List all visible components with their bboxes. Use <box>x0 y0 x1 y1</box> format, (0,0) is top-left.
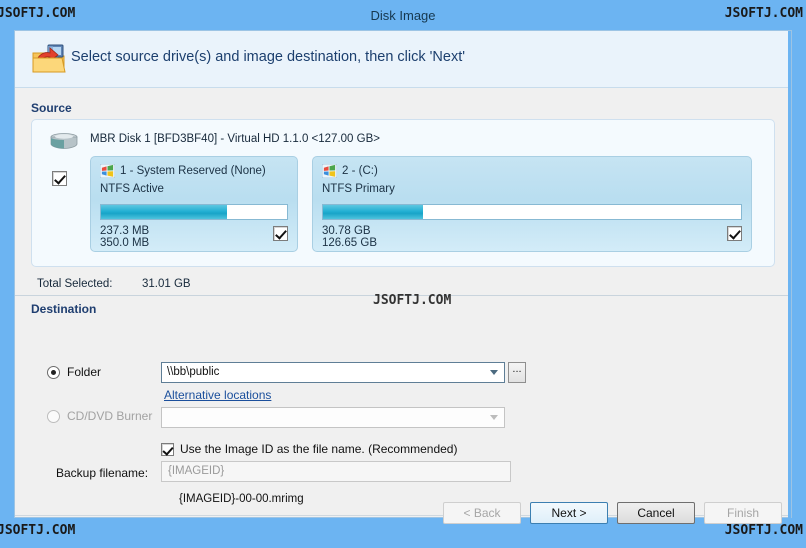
partition-total-size: 126.65 GB <box>322 237 377 249</box>
watermark-bottom-left: JSOFTJ.COM <box>0 523 76 538</box>
partition-title: 1 - System Reserved (None) <box>120 165 266 177</box>
partition-total-size: 350.0 MB <box>100 237 150 249</box>
partition-usage-fill <box>323 205 424 219</box>
partition-filesystem: NTFS Active <box>100 183 164 195</box>
radio-glyph <box>47 409 60 423</box>
windows-flag-icon <box>322 164 337 178</box>
partition-usage-bar <box>322 204 742 220</box>
window-title: Disk Image <box>370 7 436 23</box>
use-image-id-checkbox-row[interactable]: Use the Image ID as the file name. (Reco… <box>161 442 457 456</box>
use-image-id-label: Use the Image ID as the file name. (Reco… <box>180 442 458 456</box>
checkbox-glyph <box>52 171 67 187</box>
partition-select-checkbox[interactable] <box>727 226 742 242</box>
radio-glyph <box>47 365 60 379</box>
hard-disk-icon <box>48 131 80 151</box>
watermark-top-left: JSOFTJ.COM <box>0 6 76 21</box>
instruction-text: Select source drive(s) and image destina… <box>71 49 465 65</box>
title-bar: Disk Image <box>0 0 806 30</box>
folder-restore-icon <box>31 43 67 75</box>
partition-panel[interactable]: 2 - (C:) NTFS Primary 30.78 GB 126.65 GB <box>312 156 752 252</box>
filename-preview-text: {IMAGEID}-00-00.mrimg <box>179 493 304 505</box>
partition-used-size: 237.3 MB <box>100 225 150 237</box>
right-edge-filler <box>788 31 791 519</box>
cd-burner-radio-option[interactable]: CD/DVD Burner <box>47 409 152 423</box>
partition-used-size: 30.78 GB <box>322 225 371 237</box>
cd-burner-radio-label: CD/DVD Burner <box>67 409 153 423</box>
partition-usage-fill <box>101 205 228 219</box>
partition-title: 2 - (C:) <box>342 165 378 177</box>
folder-path-value: \\bb\public <box>167 366 220 378</box>
partition-filesystem: NTFS Primary <box>322 183 395 195</box>
windows-flag-icon <box>100 164 115 178</box>
folder-path-combobox[interactable]: \\bb\public <box>161 362 505 383</box>
checkbox-glyph <box>273 226 288 242</box>
source-group-box: MBR Disk 1 [BFD3BF40] - Virtual HD 1.1.0… <box>31 119 775 267</box>
backup-filename-value: {IMAGEID} <box>168 465 225 477</box>
disk-select-checkbox[interactable] <box>52 171 67 187</box>
watermark-bottom-right: JSOFTJ.COM <box>724 523 803 538</box>
partition-title-row: 2 - (C:) <box>322 164 378 178</box>
total-selected-label: Total Selected: <box>37 278 113 290</box>
source-section-heading: Source <box>31 101 72 115</box>
destination-section-heading: Destination <box>31 302 97 316</box>
checkbox-glyph <box>727 226 742 242</box>
instruction-header: Select source drive(s) and image destina… <box>15 31 791 88</box>
total-selected-value: 31.01 GB <box>142 278 191 290</box>
partition-title-row: 1 - System Reserved (None) <box>100 164 266 178</box>
backup-filename-label: Backup filename: <box>56 466 149 480</box>
watermark-center: JSOFTJ.COM <box>373 293 452 308</box>
back-button[interactable]: < Back <box>443 502 521 524</box>
browse-folder-button[interactable]: ... <box>508 362 526 383</box>
dialog-button-row: < Back Next > Cancel Finish <box>443 502 782 524</box>
cd-burner-combobox[interactable] <box>161 407 505 428</box>
finish-button[interactable]: Finish <box>704 502 782 524</box>
backup-filename-input[interactable]: {IMAGEID} <box>161 461 511 482</box>
disk-label: MBR Disk 1 [BFD3BF40] - Virtual HD 1.1.0… <box>90 133 380 145</box>
folder-radio-option[interactable]: Folder <box>47 365 101 379</box>
next-button[interactable]: Next > <box>530 502 608 524</box>
folder-radio-label: Folder <box>67 365 102 379</box>
partition-select-checkbox[interactable] <box>273 226 288 242</box>
dialog-client-area: Select source drive(s) and image destina… <box>14 30 792 524</box>
watermark-top-right: JSOFTJ.COM <box>724 6 803 21</box>
partition-usage-bar <box>100 204 288 220</box>
partition-panel[interactable]: 1 - System Reserved (None) NTFS Active 2… <box>90 156 298 252</box>
checkbox-glyph <box>161 442 174 456</box>
chevron-down-icon[interactable] <box>490 370 498 375</box>
cancel-button[interactable]: Cancel <box>617 502 695 524</box>
alternative-locations-link[interactable]: Alternative locations <box>164 388 271 402</box>
disk-image-window: JSOFTJ.COM JSOFTJ.COM JSOFTJ.COM JSOFTJ.… <box>0 0 806 548</box>
chevron-down-icon <box>490 415 498 420</box>
